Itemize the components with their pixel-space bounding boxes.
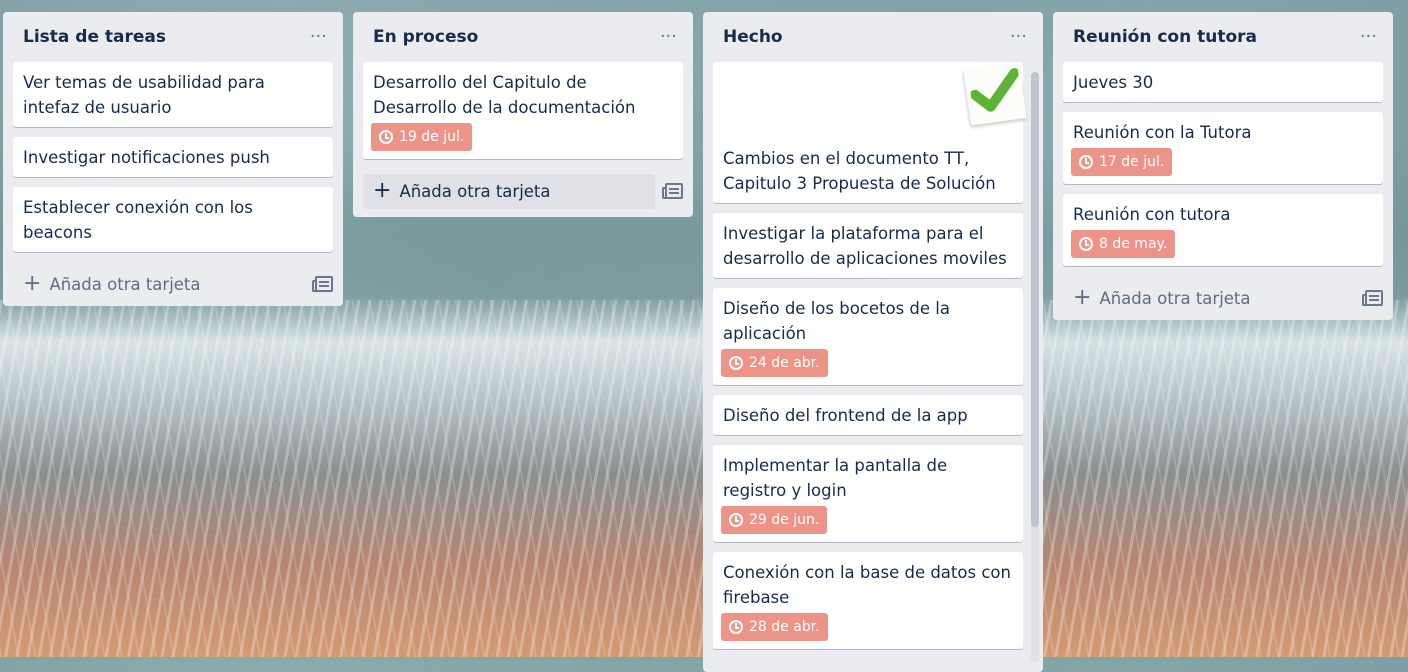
card[interactable]: Investigar notificaciones push — [13, 137, 333, 177]
list-hecho: Hecho ··· Cambios en el documento TT, Ca… — [703, 12, 1043, 672]
card-title: Investigar la plataforma para el desarro… — [723, 224, 1007, 268]
due-date-label: 19 de jul. — [399, 129, 465, 145]
plus-icon: + — [1073, 285, 1092, 310]
list-lista-de-tareas: Lista de tareas ··· Ver temas de usabili… — [3, 12, 343, 306]
green-checkmark-icon — [963, 62, 1027, 126]
due-date-badge[interactable]: 28 de abr. — [721, 613, 828, 641]
add-card-label: Añada otra tarjeta — [399, 181, 551, 201]
card-template-icon[interactable] — [312, 276, 333, 292]
due-date-label: 17 de jul. — [1099, 154, 1165, 170]
card-title: Diseño de los bocetos de la aplicación — [723, 299, 950, 343]
list-reunion-con-tutora: Reunión con tutora ··· Jueves 30 Reunión… — [1053, 12, 1393, 320]
card-title: Investigar notificaciones push — [23, 148, 270, 167]
list-title[interactable]: Hecho — [723, 27, 783, 47]
card[interactable]: Diseño del frontend de la app — [713, 395, 1023, 435]
card[interactable]: Desarrollo del Capitulo de Desarrollo de… — [363, 62, 683, 159]
card-title: Reunión con tutora — [1073, 205, 1231, 224]
add-card-row: + Añada otra tarjeta — [1053, 276, 1393, 320]
due-date-badge[interactable]: 19 de jul. — [371, 123, 473, 151]
add-card-row: + Añada otra tarjeta — [353, 169, 693, 217]
card-title: Diseño del frontend de la app — [723, 406, 968, 425]
list-title[interactable]: Reunión con tutora — [1073, 27, 1257, 47]
card[interactable]: Implementar la pantalla de registro y lo… — [713, 445, 1023, 542]
due-date-badge[interactable]: 24 de abr. — [721, 349, 828, 377]
card-title: Reunión con la Tutora — [1073, 123, 1252, 142]
scrollbar-thumb[interactable] — [1031, 72, 1039, 527]
list-header: En proceso ··· — [353, 12, 693, 62]
add-card-button[interactable]: + Añada otra tarjeta — [1063, 281, 1355, 316]
list-title[interactable]: Lista de tareas — [23, 27, 166, 47]
due-date-badge[interactable]: 17 de jul. — [1071, 148, 1173, 176]
card-title: Jueves 30 — [1073, 73, 1154, 92]
plus-icon: + — [373, 178, 392, 203]
card-template-icon[interactable] — [662, 183, 683, 199]
clock-icon — [729, 356, 743, 370]
add-card-button[interactable]: + Añada otra tarjeta — [363, 173, 655, 209]
card[interactable]: Cambios en el documento TT, Capitulo 3 P… — [713, 62, 1027, 203]
ellipsis-icon[interactable]: ··· — [1004, 28, 1033, 46]
due-date-badge[interactable]: 29 de jun. — [721, 506, 828, 534]
due-date-badge[interactable]: 8 de may. — [1071, 230, 1176, 258]
clock-icon — [729, 620, 743, 634]
card-title: Cambios en el documento TT, Capitulo 3 P… — [723, 149, 996, 193]
add-card-row: + Añada otra tarjeta — [3, 262, 343, 306]
ellipsis-icon[interactable]: ··· — [1354, 28, 1383, 46]
card[interactable]: Diseño de los bocetos de la aplicación 2… — [713, 288, 1023, 385]
ellipsis-icon[interactable]: ··· — [304, 28, 333, 46]
ellipsis-icon[interactable]: ··· — [654, 28, 683, 46]
list-en-proceso: En proceso ··· Desarrollo del Capitulo d… — [353, 12, 693, 217]
add-card-button[interactable]: + Añada otra tarjeta — [13, 267, 305, 302]
card[interactable]: Reunión con la Tutora 17 de jul. — [1063, 112, 1383, 184]
add-card-label: Añada otra tarjeta — [1099, 288, 1251, 308]
card-title: Implementar la pantalla de registro y lo… — [723, 456, 948, 500]
list-title[interactable]: En proceso — [373, 27, 478, 47]
due-date-label: 29 de jun. — [749, 512, 820, 528]
due-date-label: 24 de abr. — [749, 355, 820, 371]
clock-icon — [729, 513, 743, 527]
clock-icon — [379, 130, 393, 144]
list-header: Reunión con tutora ··· — [1053, 12, 1393, 62]
plus-icon: + — [23, 271, 42, 296]
card[interactable]: Investigar la plataforma para el desarro… — [713, 213, 1023, 278]
add-card-label: Añada otra tarjeta — [49, 274, 201, 294]
scrollbar[interactable] — [1031, 72, 1039, 662]
due-date-label: 28 de abr. — [749, 619, 820, 635]
card-list: Jueves 30 Reunión con la Tutora 17 de ju… — [1053, 62, 1393, 266]
card[interactable]: Jueves 30 — [1063, 62, 1383, 102]
card[interactable]: Reunión con tutora 8 de may. — [1063, 194, 1383, 266]
card[interactable]: Conexión con la base de datos con fireba… — [713, 552, 1023, 649]
clock-icon — [1079, 237, 1093, 251]
card-template-icon[interactable] — [1362, 290, 1383, 306]
card-title: Conexión con la base de datos con fireba… — [723, 563, 1011, 607]
due-date-label: 8 de may. — [1099, 236, 1168, 252]
card-title: Establecer conexión con los beacons — [23, 198, 253, 242]
clock-icon — [1079, 155, 1093, 169]
card-list: Ver temas de usabilidad para intefaz de … — [3, 62, 343, 252]
card[interactable]: Establecer conexión con los beacons — [13, 187, 333, 252]
card-title: Desarrollo del Capitulo de Desarrollo de… — [373, 73, 636, 117]
card-list: Cambios en el documento TT, Capitulo 3 P… — [703, 62, 1043, 649]
card-list: Desarrollo del Capitulo de Desarrollo de… — [353, 62, 693, 159]
list-header: Hecho ··· — [703, 12, 1043, 62]
card[interactable]: Ver temas de usabilidad para intefaz de … — [13, 62, 333, 127]
card-cover — [723, 62, 1027, 146]
card-title: Ver temas de usabilidad para intefaz de … — [23, 73, 265, 117]
list-header: Lista de tareas ··· — [3, 12, 343, 62]
